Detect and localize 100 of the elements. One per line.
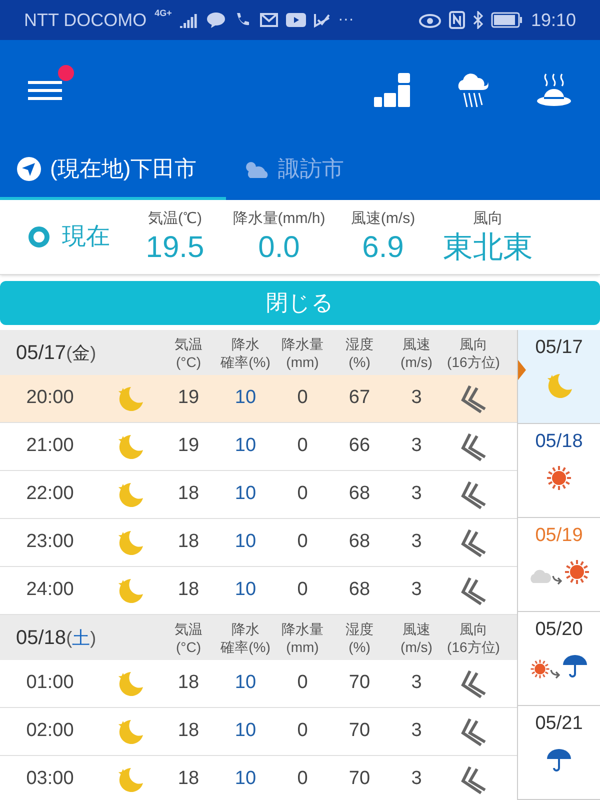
humidity-cell-text: 66 bbox=[348, 434, 372, 458]
forecast-date: 05/20 bbox=[535, 618, 583, 642]
temperature-cell-text: 18 bbox=[176, 530, 200, 554]
hour-row[interactable]: 20:00 19 10 0 67 3 bbox=[0, 375, 517, 423]
column-header: 風向 (16方位) bbox=[446, 620, 501, 656]
column-header: 気温 (°C) bbox=[174, 334, 204, 370]
more-notifications: ··· bbox=[338, 10, 354, 30]
sun-icon bbox=[564, 558, 590, 584]
sun-icon bbox=[530, 658, 550, 678]
metric-label: 風速(m/s) bbox=[350, 208, 416, 229]
arrow-icon bbox=[552, 574, 564, 584]
signal-icon bbox=[180, 12, 198, 28]
forecast-date: 05/19 bbox=[535, 524, 583, 548]
precipitation-cell-text: 0 bbox=[296, 482, 309, 506]
humidity-cell-text: 68 bbox=[348, 482, 372, 506]
metric-value: 0.0 bbox=[258, 230, 300, 266]
temperature-cell-text: 18 bbox=[176, 578, 200, 602]
temperature-cell-text: 19 bbox=[176, 434, 200, 458]
forecast-date: 05/18 bbox=[535, 430, 583, 454]
sun-icon bbox=[546, 464, 572, 490]
precipitation-chance-cell-text: 10 bbox=[234, 482, 258, 506]
date-label: 05/18 bbox=[16, 626, 66, 650]
hot-spring-hat-icon[interactable] bbox=[536, 72, 572, 108]
forecast-day[interactable]: 05/17 bbox=[518, 330, 600, 424]
humidity-cell-text: 67 bbox=[348, 386, 372, 410]
temperature-cell-text: 18 bbox=[176, 767, 200, 792]
temperature-cell-text: 18 bbox=[176, 719, 200, 744]
column-header: 降水 確率(%) bbox=[220, 334, 272, 370]
precipitation-chance-cell-text: 10 bbox=[234, 671, 258, 696]
current-label: 現在 bbox=[62, 222, 110, 252]
column-header: 降水量 (mm) bbox=[280, 620, 324, 656]
column-header: 気温 (°C) bbox=[174, 620, 204, 656]
humidity-cell-text: 70 bbox=[348, 719, 372, 744]
wind-direction-icon bbox=[460, 480, 486, 510]
cloud-rain-icon[interactable] bbox=[456, 72, 490, 108]
temperature-cell-text: 18 bbox=[176, 671, 200, 696]
column-header: 湿度 (%) bbox=[344, 620, 374, 656]
time-cell-text: 20:00 bbox=[25, 386, 75, 410]
temperature-cell-text: 18 bbox=[176, 482, 200, 506]
battery-icon bbox=[490, 12, 523, 28]
forecast-date: 05/17 bbox=[535, 336, 583, 360]
precipitation-cell-text: 0 bbox=[296, 578, 309, 602]
wind-direction-icon bbox=[460, 384, 486, 414]
video-icon bbox=[286, 13, 306, 27]
temperature-cell-text: 19 bbox=[176, 386, 200, 410]
metric-value: 6.9 bbox=[362, 230, 404, 266]
ring-icon bbox=[28, 226, 50, 248]
column-header: 風速 (m/s) bbox=[400, 620, 434, 656]
wind-direction-icon bbox=[460, 432, 486, 462]
wind-speed-cell-text: 3 bbox=[410, 434, 423, 458]
bluetooth-icon bbox=[472, 11, 483, 29]
city-tab[interactable]: (現在地)下田市 bbox=[0, 140, 226, 200]
pointer-icon bbox=[518, 360, 526, 380]
nfc-icon bbox=[448, 11, 465, 29]
wind-direction-icon bbox=[460, 764, 486, 794]
wind-direction-icon bbox=[460, 528, 486, 558]
precipitation-chance-cell-text: 10 bbox=[234, 719, 258, 744]
wind-speed-cell-text: 3 bbox=[410, 671, 423, 696]
precipitation-cell-text: 0 bbox=[296, 671, 309, 696]
time-cell-text: 03:00 bbox=[25, 767, 75, 792]
metric-value: 19.5 bbox=[146, 230, 204, 266]
humidity-cell-text: 68 bbox=[348, 578, 372, 602]
humidity-cell-text: 68 bbox=[348, 530, 372, 554]
column-header: 湿度 (%) bbox=[344, 334, 374, 370]
metric-label: 気温(℃) bbox=[148, 208, 202, 229]
precipitation-cell-text: 0 bbox=[296, 719, 309, 744]
wind-speed-cell-text: 3 bbox=[410, 767, 423, 792]
column-header: 風向 (16方位) bbox=[446, 334, 501, 370]
umbrella-icon bbox=[546, 746, 572, 772]
blocks-icon[interactable] bbox=[374, 73, 410, 107]
time-cell-text: 23:00 bbox=[25, 530, 75, 554]
precipitation-chance-cell-text: 10 bbox=[234, 767, 258, 792]
wind-speed-cell-text: 3 bbox=[410, 386, 423, 410]
wind-direction-icon bbox=[460, 716, 486, 746]
wind-speed-cell-text: 3 bbox=[410, 482, 423, 506]
wind-speed-cell-text: 3 bbox=[410, 578, 423, 602]
wind-direction-icon bbox=[460, 668, 486, 698]
precipitation-chance-cell-text: 10 bbox=[234, 434, 258, 458]
carrier-name: NTT DOCOMO bbox=[24, 8, 147, 32]
weekday-label: (土) bbox=[66, 626, 96, 650]
precipitation-chance-cell-text: 10 bbox=[234, 386, 258, 410]
precipitation-cell-text: 0 bbox=[296, 434, 309, 458]
precipitation-cell-text: 0 bbox=[296, 530, 309, 554]
time-cell-text: 24:00 bbox=[25, 578, 75, 602]
date-label: 05/17 bbox=[16, 340, 66, 366]
check-icon bbox=[314, 12, 330, 28]
column-header: 降水 確率(%) bbox=[220, 620, 272, 656]
metric-label: 風向 bbox=[473, 208, 503, 229]
mail-icon bbox=[260, 13, 278, 27]
wind-speed-cell-text: 3 bbox=[410, 530, 423, 554]
precipitation-cell-text: 0 bbox=[296, 767, 309, 792]
column-header: 風速 (m/s) bbox=[400, 334, 434, 370]
weekday-label: (金) bbox=[66, 342, 96, 365]
eye-icon bbox=[418, 12, 441, 28]
precipitation-cell-text: 0 bbox=[296, 386, 309, 410]
arrow-icon bbox=[550, 668, 562, 678]
humidity-cell-text: 70 bbox=[348, 767, 372, 792]
wind-direction-icon bbox=[460, 576, 486, 606]
forecast-date: 05/21 bbox=[535, 712, 583, 736]
time-cell-text: 02:00 bbox=[25, 719, 75, 744]
